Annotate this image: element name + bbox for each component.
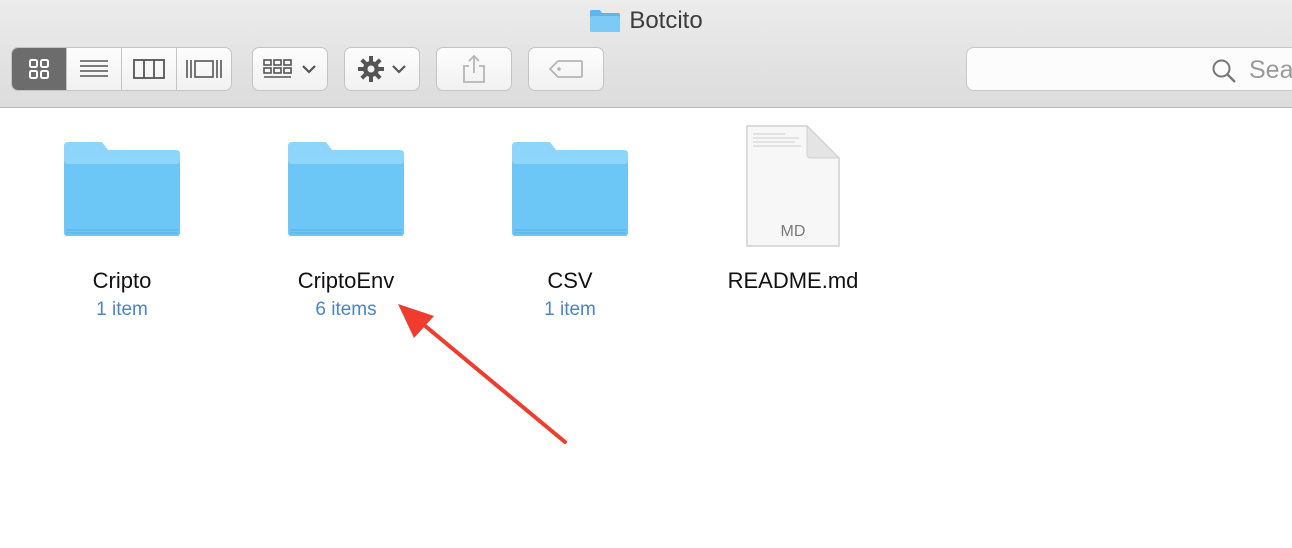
share-button[interactable] bbox=[436, 47, 512, 91]
item-count: 1 item bbox=[96, 299, 148, 320]
arrange-button[interactable] bbox=[252, 47, 328, 91]
window-title: Botcito bbox=[0, 6, 1292, 36]
md-badge: MD bbox=[781, 223, 806, 240]
file-name: CSV bbox=[547, 268, 593, 293]
document-icon: MD bbox=[746, 124, 841, 247]
view-mode-segmented-control[interactable] bbox=[11, 47, 232, 91]
folder-icon bbox=[590, 10, 621, 32]
finder-toolbar: Botcito Sea bbox=[0, 0, 1292, 108]
folder-icon bbox=[288, 142, 404, 236]
search-icon bbox=[1212, 59, 1236, 83]
cover-flow-view-button[interactable] bbox=[176, 48, 231, 90]
file-item-readme[interactable]: MD README.md bbox=[681, 118, 905, 294]
folder-icon bbox=[512, 142, 628, 236]
action-button[interactable] bbox=[344, 47, 420, 91]
file-item-csv[interactable]: CSV 1 item bbox=[458, 118, 682, 322]
list-view-button[interactable] bbox=[66, 48, 121, 90]
grid-icon bbox=[29, 59, 49, 79]
file-name: CriptoEnv bbox=[297, 268, 395, 293]
tags-button[interactable] bbox=[528, 47, 604, 91]
file-name: Cripto bbox=[92, 268, 152, 293]
column-view-button[interactable] bbox=[121, 48, 176, 90]
folder-icon bbox=[64, 142, 180, 236]
file-item-cripto[interactable]: Cripto 1 item bbox=[10, 118, 234, 322]
share-icon bbox=[463, 54, 485, 83]
gear-icon bbox=[358, 56, 384, 82]
file-item-criptoenv[interactable]: CriptoEnv 6 items bbox=[234, 118, 458, 322]
cover-flow-icon bbox=[186, 60, 222, 78]
columns-icon bbox=[133, 59, 165, 79]
tag-icon bbox=[548, 60, 583, 78]
search-placeholder: Sea bbox=[1249, 56, 1292, 84]
arrange-icon bbox=[263, 59, 292, 78]
annotation-arrow bbox=[398, 304, 567, 444]
icon-view-button[interactable] bbox=[12, 48, 66, 90]
search-field[interactable]: Sea bbox=[966, 47, 1292, 91]
chevron-down-icon bbox=[302, 65, 316, 74]
file-name: README.md bbox=[727, 268, 859, 293]
window-title-text: Botcito bbox=[629, 7, 703, 34]
chevron-down-icon bbox=[392, 65, 406, 74]
list-icon bbox=[80, 60, 108, 77]
